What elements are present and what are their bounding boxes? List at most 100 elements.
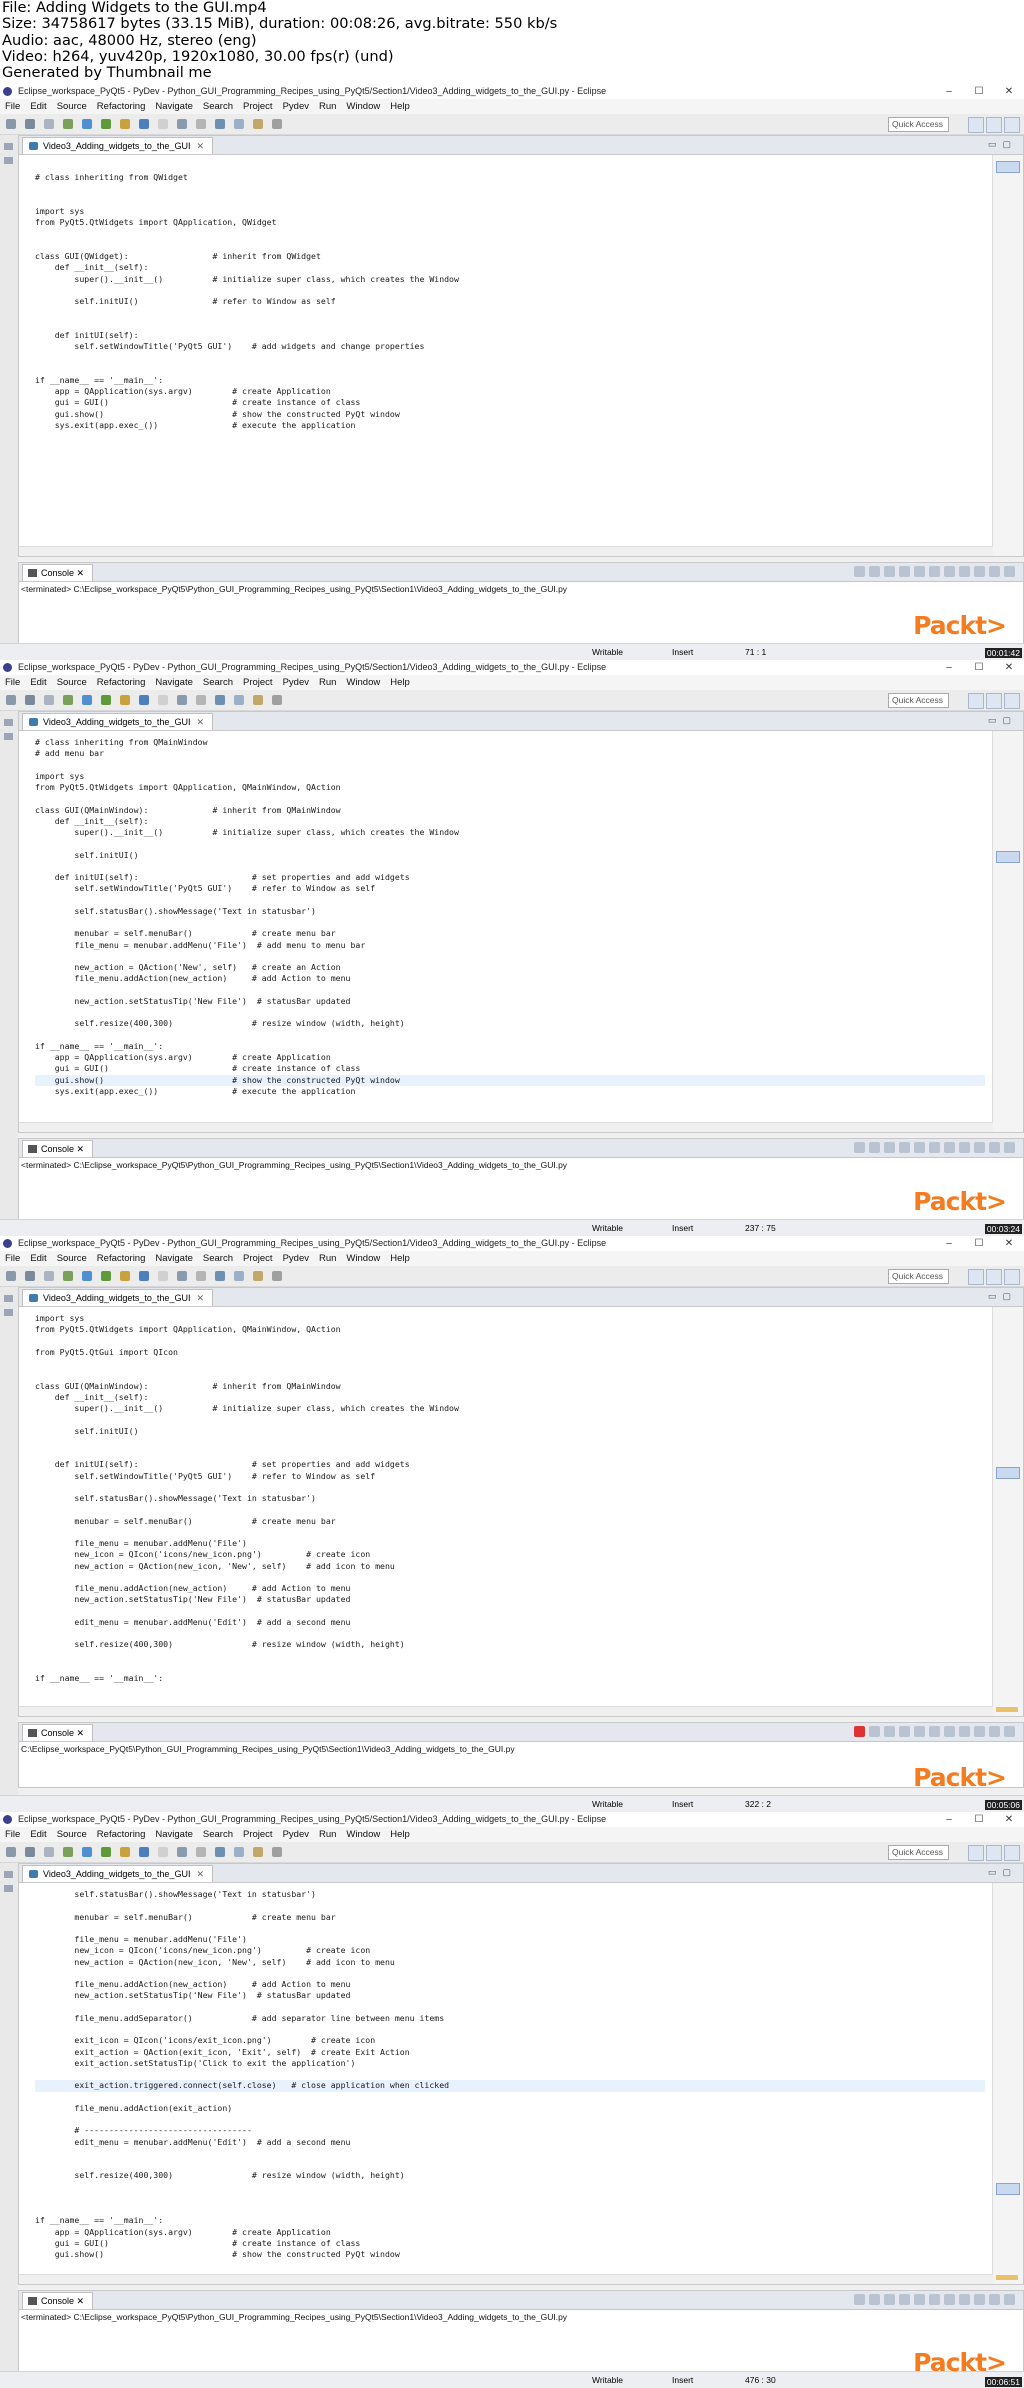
menu-item[interactable]: Window: [341, 99, 385, 114]
menu-item[interactable]: Refactoring: [92, 1251, 151, 1266]
maximize-button[interactable]: ☐: [964, 1812, 994, 1827]
warning-marker[interactable]: [996, 1707, 1018, 1712]
toolbar-button[interactable]: [44, 1847, 54, 1857]
toolbar-button[interactable]: [6, 1271, 16, 1281]
clear-console-icon[interactable]: [899, 1142, 910, 1153]
menu-item[interactable]: File: [0, 1251, 25, 1266]
word-wrap-icon[interactable]: [929, 1142, 940, 1153]
code-line[interactable]: [35, 917, 993, 928]
code-line[interactable]: [35, 793, 993, 804]
toolbar-button[interactable]: [44, 1271, 54, 1281]
close-tab-icon[interactable]: ✕: [77, 1728, 85, 1738]
toolbar-button[interactable]: [63, 1271, 73, 1281]
toolbar-button[interactable]: [139, 695, 149, 705]
code-line[interactable]: [35, 1572, 993, 1583]
toolbar-button[interactable]: [272, 119, 282, 129]
code-line[interactable]: [35, 1504, 993, 1515]
code-line[interactable]: [35, 2002, 993, 2013]
display-console-icon[interactable]: [959, 566, 970, 577]
close-tab-icon[interactable]: ✕: [196, 141, 204, 151]
code-line[interactable]: if __name__ == '__main__':: [35, 375, 993, 386]
code-line[interactable]: [35, 985, 993, 996]
toolbar-button[interactable]: [253, 119, 263, 129]
menu-item[interactable]: Project: [238, 675, 278, 690]
code-line[interactable]: gui = GUI() # create instance of class: [35, 1063, 993, 1074]
code-line[interactable]: class GUI(QWidget): # inherit from QWidg…: [35, 251, 993, 262]
toolbar-button[interactable]: [177, 1847, 187, 1857]
code-line[interactable]: [35, 951, 993, 962]
console-tab[interactable]: Console ✕: [22, 1140, 94, 1157]
code-line[interactable]: file_menu.addAction(new_action) # add Ac…: [35, 1979, 993, 1990]
editor-tab[interactable]: Video3_Adding_widgets_to_the_GUI ✕: [22, 713, 213, 730]
code-line[interactable]: [35, 285, 993, 296]
toolbar-button[interactable]: [101, 695, 111, 705]
minimap-viewport[interactable]: [996, 161, 1020, 173]
maximize-view-icon[interactable]: [1004, 1142, 1015, 1153]
code-line[interactable]: # add menu bar: [35, 748, 993, 759]
code-line[interactable]: app = QApplication(sys.argv) # create Ap…: [35, 1052, 993, 1063]
remove-all-icon[interactable]: [884, 2294, 895, 2305]
remove-launch-icon[interactable]: [869, 566, 880, 577]
restore-icon[interactable]: [4, 1295, 13, 1302]
code-editor[interactable]: Video3_Adding_widgets_to_the_GUI ✕ ▭▢ # c…: [18, 135, 1024, 557]
open-console-icon[interactable]: [974, 566, 985, 577]
menu-item[interactable]: Project: [238, 1827, 278, 1842]
toolbar-button[interactable]: [120, 1271, 130, 1281]
code-line[interactable]: menubar = self.menuBar() # create menu b…: [35, 1516, 993, 1527]
view-minmax-icons[interactable]: ▭▢: [988, 1867, 1017, 1878]
code-line[interactable]: self.statusBar().showMessage('Text in st…: [35, 1889, 993, 1900]
code-line[interactable]: from PyQt5.QtWidgets import QApplication…: [35, 782, 993, 793]
editor-tab[interactable]: Video3_Adding_widgets_to_the_GUI ✕: [22, 1865, 213, 1882]
terminate-icon[interactable]: [854, 1142, 865, 1153]
code-line[interactable]: [35, 2204, 993, 2215]
quick-access-input[interactable]: Quick Access: [888, 1845, 949, 1860]
code-line[interactable]: menubar = self.menuBar() # create menu b…: [35, 1912, 993, 1923]
menu-item[interactable]: Refactoring: [92, 1827, 151, 1842]
code-line[interactable]: [35, 364, 993, 375]
menu-item[interactable]: Search: [198, 1251, 238, 1266]
code-line[interactable]: self.initUI(): [35, 850, 993, 861]
code-line[interactable]: new_action.setStatusTip('New File') # st…: [35, 996, 993, 1007]
remove-all-icon[interactable]: [884, 1142, 895, 1153]
code-line[interactable]: [35, 229, 993, 240]
code-line[interactable]: class GUI(QMainWindow): # inherit from Q…: [35, 1381, 993, 1392]
restore-icon[interactable]: [4, 1871, 13, 1878]
code-line[interactable]: [35, 1651, 993, 1662]
maximize-button[interactable]: ☐: [964, 1236, 994, 1251]
code-line[interactable]: new_action = QAction(new_icon, 'New', se…: [35, 1957, 993, 1968]
toolbar-button[interactable]: [82, 1271, 92, 1281]
view-minmax-icons[interactable]: ▭▢: [988, 715, 1017, 726]
code-line[interactable]: import sys: [35, 206, 993, 217]
code-line[interactable]: [35, 2114, 993, 2125]
toolbar-button[interactable]: [25, 1271, 35, 1281]
menu-item[interactable]: Project: [238, 1251, 278, 1266]
menu-item[interactable]: Edit: [25, 1827, 51, 1842]
code-line[interactable]: [35, 760, 993, 771]
menu-item[interactable]: Search: [198, 1827, 238, 1842]
code-line[interactable]: gui = GUI() # create instance of class: [35, 397, 993, 408]
menu-item[interactable]: Pydev: [278, 1251, 314, 1266]
overview-ruler[interactable]: [992, 731, 1023, 1132]
pydev-perspective-button[interactable]: [986, 693, 1002, 709]
menu-item[interactable]: Search: [198, 99, 238, 114]
minimize-button[interactable]: –: [934, 660, 964, 675]
menu-item[interactable]: Run: [314, 675, 341, 690]
quick-access-input[interactable]: Quick Access: [888, 117, 949, 132]
pydev-perspective-button[interactable]: [986, 117, 1002, 133]
menu-item[interactable]: Pydev: [278, 675, 314, 690]
menu-item[interactable]: Source: [52, 1251, 92, 1266]
toolbar-button[interactable]: [158, 1271, 168, 1281]
toolbar-button[interactable]: [25, 695, 35, 705]
source-code[interactable]: self.statusBar().showMessage('Text in st…: [19, 1883, 993, 2260]
code-line[interactable]: if __name__ == '__main__':: [35, 2215, 993, 2226]
code-line[interactable]: app = QApplication(sys.argv) # create Ap…: [35, 2227, 993, 2238]
menu-item[interactable]: Refactoring: [92, 99, 151, 114]
warning-marker[interactable]: [996, 2275, 1018, 2280]
code-editor[interactable]: Video3_Adding_widgets_to_the_GUI ✕ ▭▢ imp…: [18, 1287, 1024, 1717]
console-tab[interactable]: Console ✕: [22, 2292, 94, 2309]
toolbar-button[interactable]: [25, 1847, 35, 1857]
outline-icon[interactable]: [4, 1885, 13, 1892]
remove-all-icon[interactable]: [884, 1726, 895, 1737]
toolbar-button[interactable]: [120, 119, 130, 129]
code-line[interactable]: # class inheriting from QWidget: [35, 172, 993, 183]
